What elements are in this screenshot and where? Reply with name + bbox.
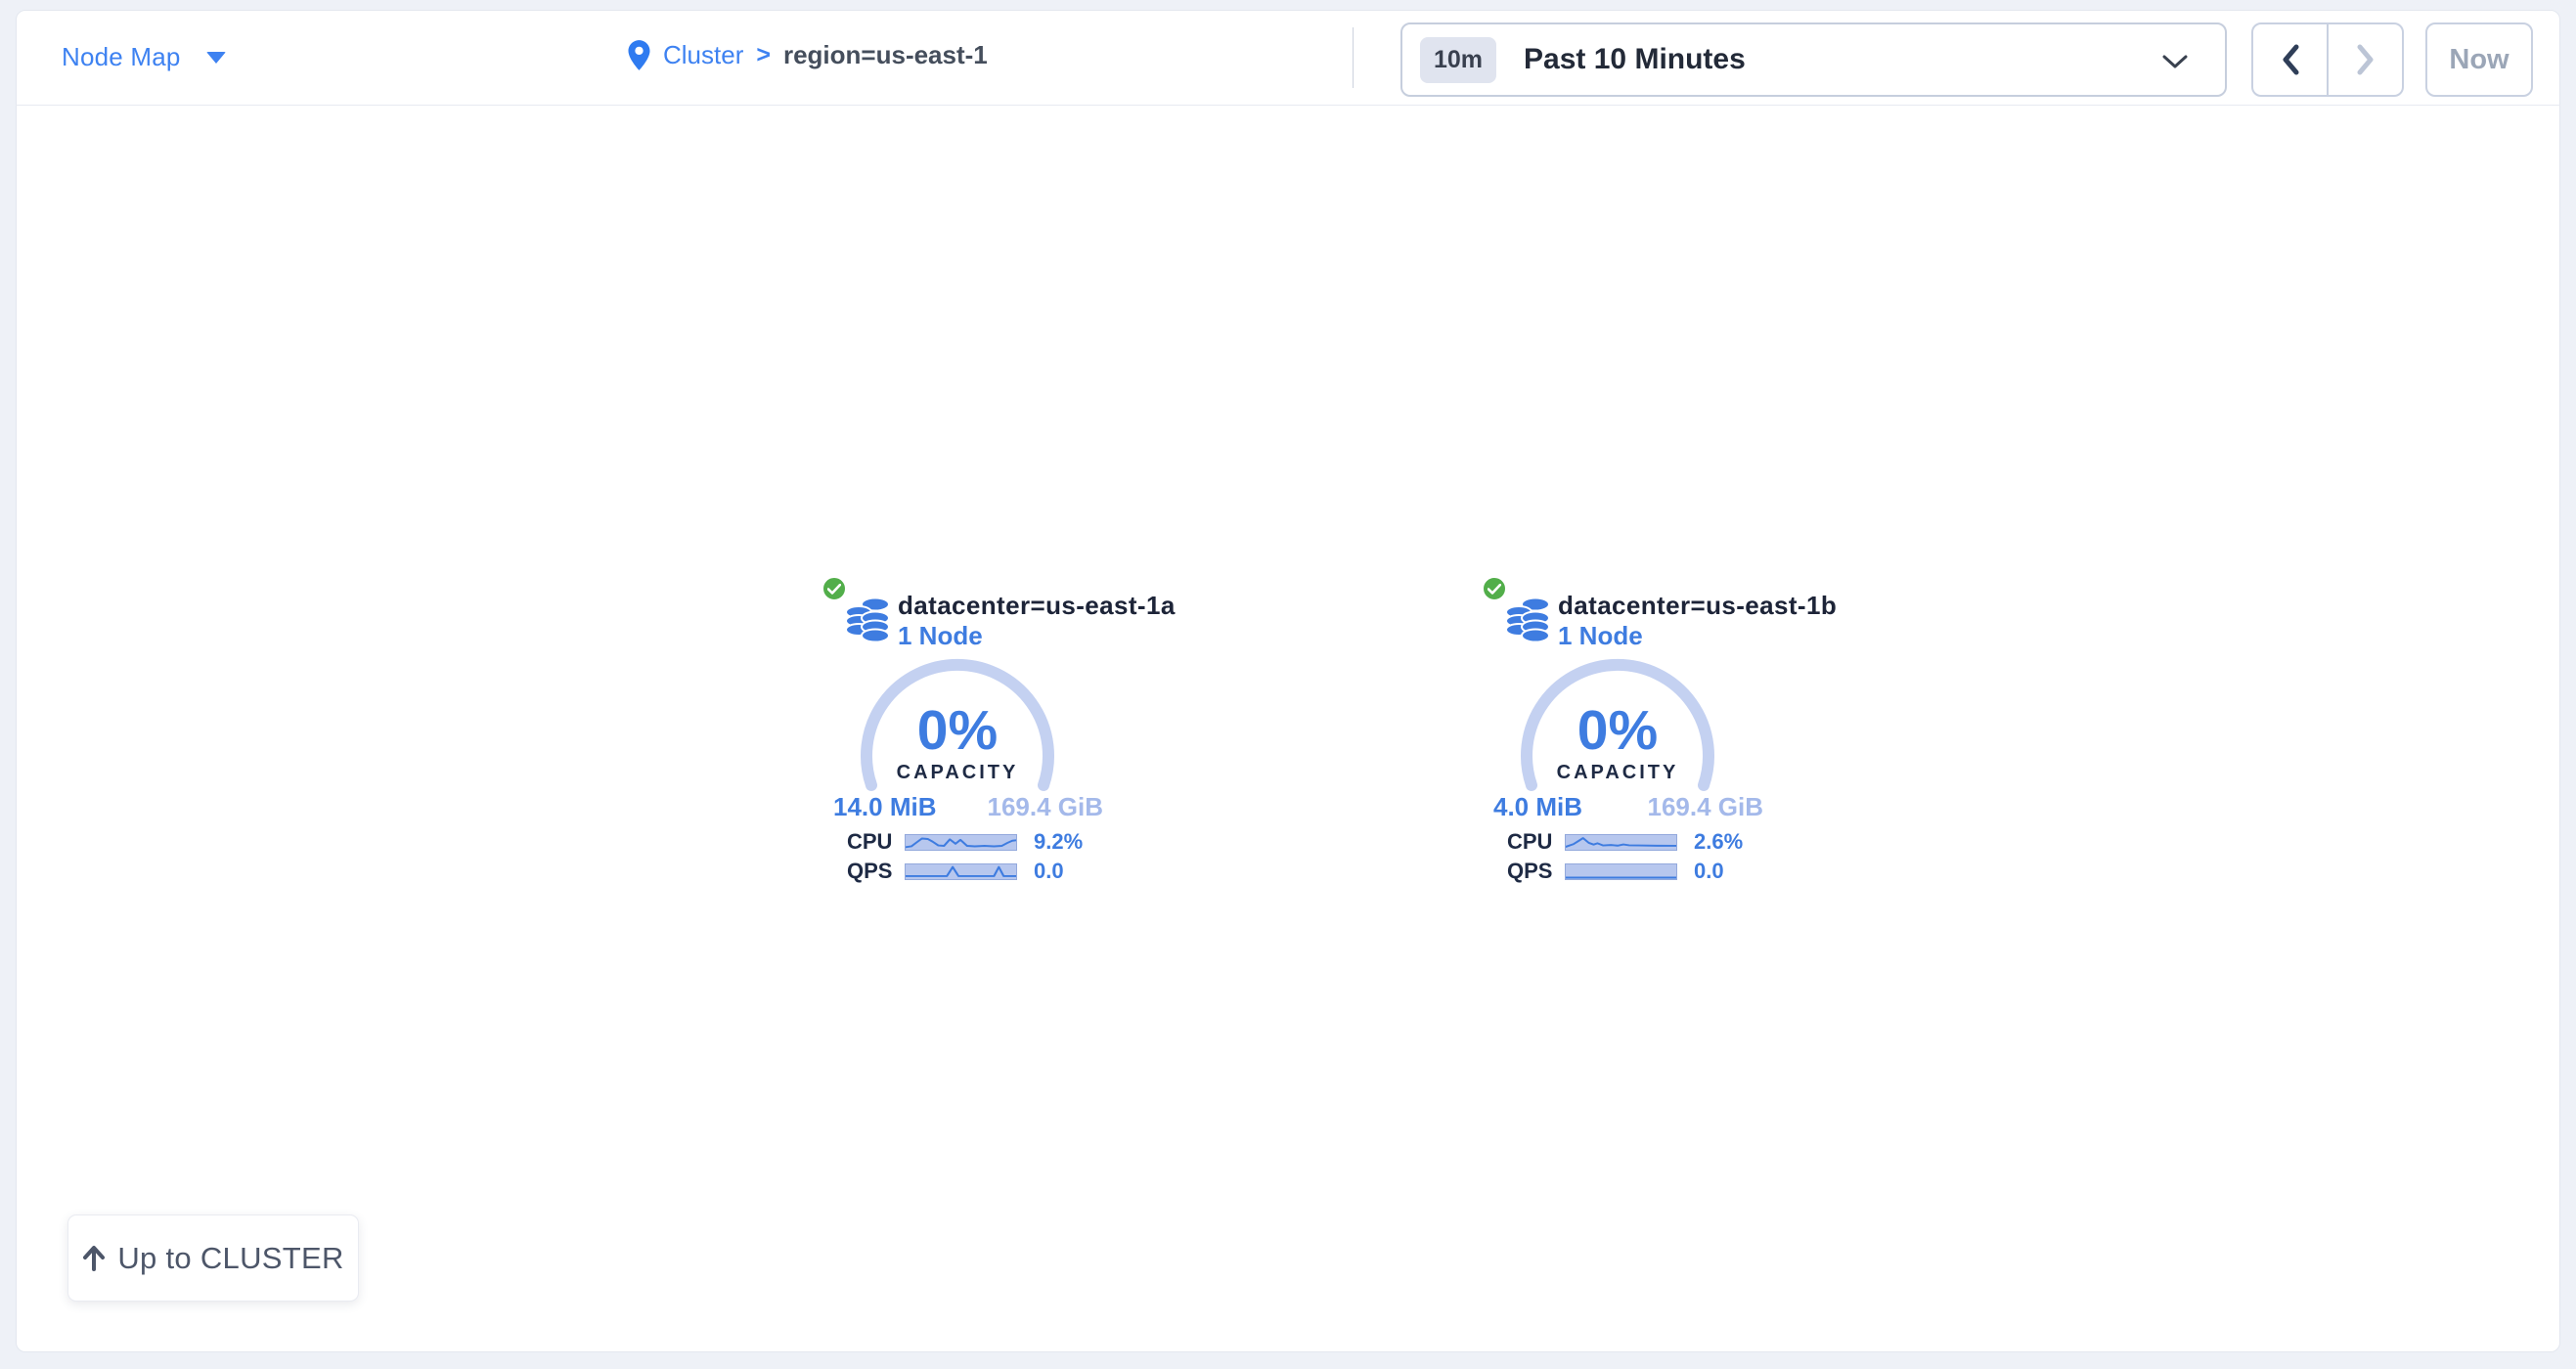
cpu-sparkline: [905, 834, 1017, 851]
capacity-used: 14.0 MiB: [833, 792, 937, 822]
up-to-cluster-label: Up to CLUSTER: [117, 1241, 343, 1276]
capacity-label: CAPACITY: [1510, 762, 1725, 784]
locality-title: datacenter=us-east-1a: [898, 591, 1176, 621]
capacity-total: 169.4 GiB: [987, 792, 1103, 822]
chevron-right-icon: [2356, 44, 2376, 75]
locality-card-us-east-1a[interactable]: datacenter=us-east-1a 1 Node 0% CAPACITY…: [822, 575, 1107, 898]
locality-title: datacenter=us-east-1b: [1558, 591, 1837, 621]
capacity-total: 169.4 GiB: [1647, 792, 1763, 822]
chevron-down-icon: [2162, 55, 2188, 69]
view-selector-dropdown[interactable]: Node Map: [62, 42, 226, 72]
view-selector-label: Node Map: [62, 42, 181, 72]
breadcrumb-separator: >: [756, 41, 771, 69]
time-nav-group: [2251, 22, 2404, 97]
breadcrumb-current: region=us-east-1: [783, 40, 988, 70]
breadcrumb-cluster-link[interactable]: Cluster: [663, 40, 743, 70]
capacity-percent: 0%: [1510, 698, 1725, 763]
qps-row: QPS 0.0: [847, 859, 1101, 884]
time-range-badge: 10m: [1420, 37, 1496, 83]
cpu-label: CPU: [847, 829, 905, 855]
time-prev-button[interactable]: [2253, 24, 2327, 95]
capacity-used: 4.0 MiB: [1493, 792, 1582, 822]
up-to-cluster-button[interactable]: Up to CLUSTER: [67, 1214, 359, 1302]
cpu-sparkline: [1565, 834, 1677, 851]
location-pin-icon: [626, 39, 652, 71]
header-divider: [1353, 27, 1354, 88]
cpu-label: CPU: [1507, 829, 1565, 855]
locality-card-us-east-1b[interactable]: datacenter=us-east-1b 1 Node 0% CAPACITY…: [1482, 575, 1767, 898]
healthy-check-icon: [822, 576, 847, 601]
metric-rows: CPU 2.6% QPS 0.0: [1507, 829, 1761, 888]
qps-row: QPS 0.0: [1507, 859, 1761, 884]
database-stack-icon: [845, 593, 892, 643]
qps-value: 0.0: [1034, 859, 1064, 884]
time-range-label: Past 10 Minutes: [1524, 43, 1746, 76]
qps-label: QPS: [847, 859, 905, 884]
capacity-minmax: 14.0 MiB 169.4 GiB: [833, 792, 1103, 822]
time-next-button[interactable]: [2327, 24, 2402, 95]
time-range-select[interactable]: 10m Past 10 Minutes: [1400, 22, 2227, 97]
main-panel: [16, 10, 2560, 1352]
chevron-left-icon: [2281, 44, 2300, 75]
healthy-check-icon: [1482, 576, 1507, 601]
metric-rows: CPU 9.2% QPS 0.0: [847, 829, 1101, 888]
cpu-value: 2.6%: [1694, 829, 1743, 855]
capacity-percent: 0%: [850, 698, 1065, 763]
cpu-row: CPU 9.2%: [847, 829, 1101, 855]
capacity-minmax: 4.0 MiB 169.4 GiB: [1493, 792, 1763, 822]
arrow-up-icon: [82, 1245, 106, 1271]
breadcrumb: Cluster > region=us-east-1: [626, 39, 988, 71]
qps-sparkline: [905, 863, 1017, 880]
qps-value: 0.0: [1694, 859, 1724, 884]
cpu-row: CPU 2.6%: [1507, 829, 1761, 855]
database-stack-icon: [1505, 593, 1552, 643]
cpu-value: 9.2%: [1034, 829, 1083, 855]
locality-node-count: 1 Node: [1558, 621, 1643, 651]
node-map-page: Node Map Cluster > region=us-east-1 10m …: [0, 0, 2576, 1369]
caret-down-icon: [206, 52, 226, 64]
now-button[interactable]: Now: [2425, 22, 2533, 97]
qps-sparkline: [1565, 863, 1677, 880]
capacity-label: CAPACITY: [850, 762, 1065, 784]
qps-label: QPS: [1507, 859, 1565, 884]
locality-node-count: 1 Node: [898, 621, 983, 651]
